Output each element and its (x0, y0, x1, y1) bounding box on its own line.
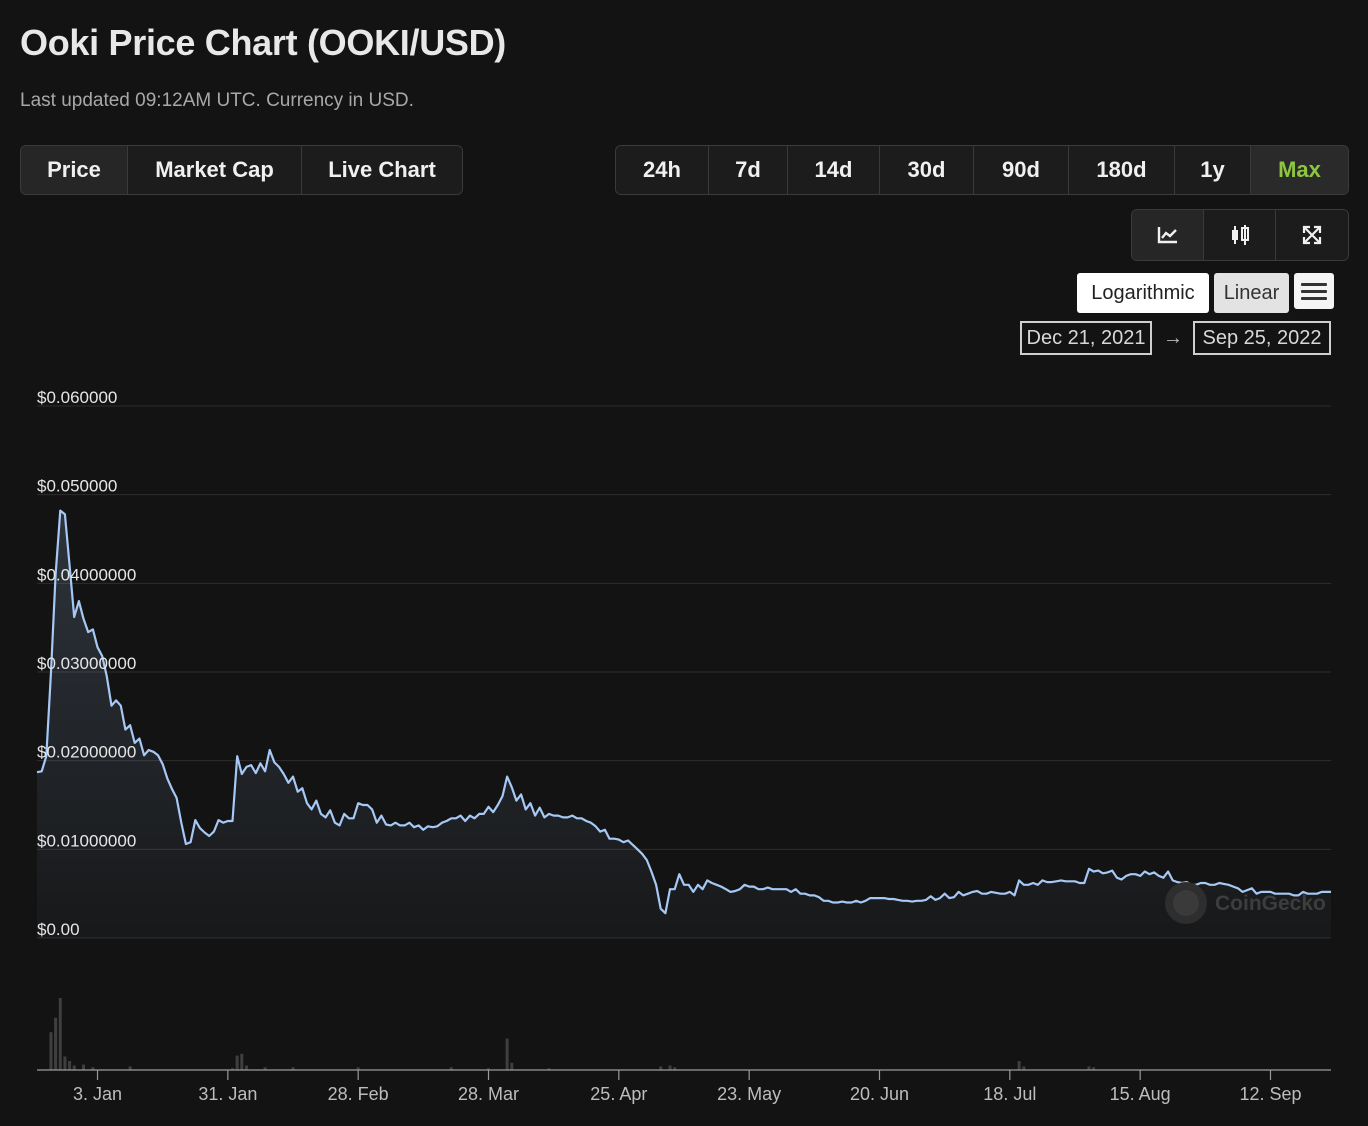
x-tick-label: 23. May (717, 1084, 781, 1104)
range-7d[interactable]: 7d (709, 146, 788, 194)
line-chart-icon (1157, 227, 1177, 244)
volume-bar (49, 1032, 53, 1070)
chart-type-tabs: Price Market Cap Live Chart (20, 145, 463, 195)
chart-tools (1131, 209, 1349, 261)
y-tick-label: $0.04000000 (37, 565, 136, 584)
fullscreen-button[interactable] (1276, 210, 1348, 260)
x-tick-label: 3. Jan (73, 1084, 122, 1104)
volume-bars (49, 998, 1096, 1070)
volume-bar (668, 1065, 672, 1070)
tab-price[interactable]: Price (21, 146, 128, 194)
line-chart-button[interactable] (1132, 210, 1204, 260)
volume-bar (505, 1038, 509, 1070)
page-title: Ooki Price Chart (OOKI/USD) (20, 22, 506, 63)
volume-bar (63, 1056, 67, 1070)
x-tick-label: 28. Feb (328, 1084, 389, 1104)
range-30d[interactable]: 30d (880, 146, 974, 194)
hamburger-menu-icon[interactable] (1294, 273, 1334, 309)
volume-bar (235, 1055, 239, 1070)
volume-bar (82, 1064, 86, 1070)
candlestick-icon (1231, 225, 1249, 245)
y-tick-label: $0.01000000 (37, 831, 136, 850)
range-1y[interactable]: 1y (1175, 146, 1251, 194)
volume-bar (72, 1065, 76, 1070)
y-tick-label: $0.050000 (37, 477, 117, 496)
volume-bar (58, 998, 62, 1070)
x-tick-label: 25. Apr (590, 1084, 647, 1104)
y-tick-label: $0.02000000 (37, 743, 136, 762)
y-tick-label: $0.00 (37, 920, 80, 939)
range-180d[interactable]: 180d (1069, 146, 1175, 194)
linear-scale-button[interactable]: Linear (1214, 273, 1289, 313)
date-to-input[interactable]: Sep 25, 2022 (1193, 321, 1331, 355)
x-axis: 3. Jan 31. Jan 28. Feb 28. Mar 25. Apr 23. Ma… (37, 1069, 1331, 1104)
range-24h[interactable]: 24h (616, 146, 709, 194)
price-area (36, 509, 1331, 938)
logarithmic-scale-button[interactable]: Logarithmic (1077, 273, 1209, 313)
range-max[interactable]: Max (1251, 146, 1348, 194)
tab-live-chart[interactable]: Live Chart (302, 146, 462, 194)
date-from-input[interactable]: Dec 21, 2021 (1020, 321, 1152, 355)
x-tick-label: 18. Jul (983, 1084, 1036, 1104)
volume-bar (244, 1065, 248, 1070)
expand-icon (1302, 225, 1322, 245)
price-chart[interactable]: $0.00 $0.01000000 $0.02000000 $0.03000000 $0… (0, 370, 1368, 1126)
y-tick-label: $0.03000000 (37, 654, 136, 673)
range-14d[interactable]: 14d (788, 146, 880, 194)
x-tick-label: 12. Sep (1239, 1084, 1301, 1104)
x-tick-label: 15. Aug (1110, 1084, 1171, 1104)
x-tick-label: 31. Jan (198, 1084, 257, 1104)
volume-bar (68, 1061, 72, 1070)
watermark-text: CoinGecko (1215, 892, 1326, 915)
volume-bar (1017, 1061, 1021, 1070)
time-range-tabs: 24h 7d 14d 30d 90d 180d 1y Max (615, 145, 1349, 195)
y-tick-label: $0.060000 (37, 388, 117, 407)
range-90d[interactable]: 90d (974, 146, 1069, 194)
x-tick-label: 28. Mar (458, 1084, 519, 1104)
arrow-right-icon: → (1163, 327, 1183, 349)
volume-bar (510, 1062, 514, 1070)
volume-bar (54, 1017, 58, 1070)
volume-bar (240, 1053, 244, 1070)
candlestick-button[interactable] (1204, 210, 1276, 260)
tab-market-cap[interactable]: Market Cap (128, 146, 302, 194)
last-updated-text: Last updated 09:12AM UTC. Currency in US… (20, 90, 414, 111)
x-tick-label: 20. Jun (850, 1084, 909, 1104)
